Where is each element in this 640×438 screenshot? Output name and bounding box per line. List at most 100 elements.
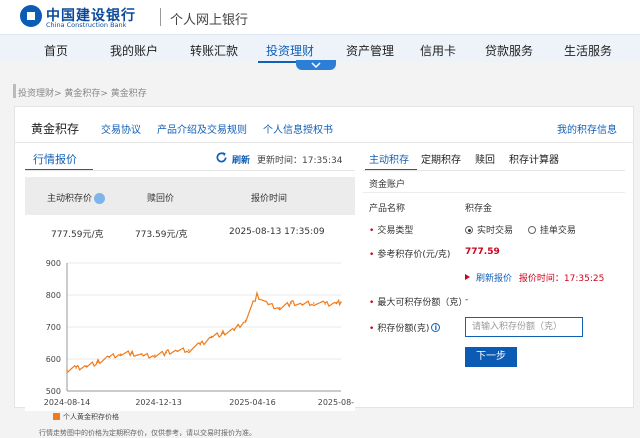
- update-time-label: 更新时间：: [257, 156, 303, 166]
- quote-header-buy-label: 主动积存价: [47, 194, 93, 204]
- main-panel: 黄金积存 交易协议 产品介绍及交易规则 个人信息授权书 我的积存信息 行情报价 …: [14, 106, 634, 437]
- breadcrumb: 投资理财> 黄金积存> 黄金积存: [18, 89, 147, 99]
- data-point: [278, 307, 281, 309]
- data-point: [108, 356, 111, 359]
- product-tabbar: 黄金积存 交易协议 产品介绍及交易规则 个人信息授权书 我的积存信息: [15, 107, 633, 143]
- data-point: [267, 303, 270, 306]
- tab-active-saving[interactable]: 主动积存: [369, 151, 409, 166]
- bank-logo-icon[interactable]: [20, 5, 42, 27]
- breadcrumb-marker: [13, 84, 16, 98]
- quote-buy-price: 777.59元/克: [51, 230, 104, 240]
- top-header: 中国建设银行 China Construction Bank 个人网上银行: [0, 0, 640, 34]
- radio-limit-order-label[interactable]: 挂单交易: [540, 226, 576, 236]
- product-name-label: 产品名称: [369, 204, 406, 214]
- data-point: [119, 353, 122, 355]
- nav-item-loans[interactable]: 贷款服务: [485, 42, 533, 59]
- max-share-label-text: 最大可积存份额（克）: [377, 298, 468, 308]
- data-point: [176, 350, 179, 352]
- data-point: [233, 329, 236, 331]
- triangle-right-icon: [465, 274, 470, 280]
- price-chart-svg: 500 600 700 800 900 2024-08-14 2024-12-13 2025-…: [44, 259, 365, 407]
- data-point: [301, 303, 304, 306]
- ref-price-label: • 参考积存价(元/克): [369, 247, 450, 260]
- quote-time-value: 2025-08-13 17:35:09: [229, 227, 325, 237]
- quote-header-redeem: 赎回价: [147, 194, 175, 204]
- tab-market-quote[interactable]: 行情报价: [33, 151, 77, 167]
- link-privacy-authorization[interactable]: 个人信息授权书: [263, 121, 333, 136]
- bank-name-en: China Construction Bank: [46, 21, 127, 29]
- quote-header-buy: 主动积存价: [47, 191, 106, 204]
- quote-time-value: 17:35:25: [563, 274, 605, 284]
- amount-label-text: 积存份额(克): [377, 324, 430, 334]
- nav-item-credit-card[interactable]: 信用卡: [420, 42, 456, 59]
- header-divider: [160, 8, 161, 26]
- product-title: 黄金积存: [31, 122, 80, 136]
- trade-type-options: 实时交易 挂单交易: [465, 223, 576, 236]
- nav-item-home[interactable]: 首页: [44, 42, 68, 59]
- link-trade-agreement[interactable]: 交易协议: [101, 121, 141, 136]
- quote-header-time: 报价时间: [251, 194, 288, 204]
- update-time-value: 17:35:34: [302, 156, 343, 166]
- link-my-savings-info[interactable]: 我的积存信息: [557, 121, 617, 136]
- quote-table: 主动积存价 赎回价 报价时间 777.59元/克 773.59元/克 2025-…: [25, 177, 355, 247]
- tab-saving-calculator[interactable]: 积存计算器: [509, 151, 559, 166]
- x-tick-label: 2024-12-13: [135, 398, 182, 407]
- y-tick-label: 900: [46, 259, 61, 268]
- nav-item-life-services[interactable]: 生活服务: [564, 42, 612, 59]
- radio-realtime-dot[interactable]: [465, 226, 473, 234]
- radio-realtime-label[interactable]: 实时交易: [477, 226, 513, 236]
- data-point: [75, 367, 77, 369]
- data-point: [340, 301, 342, 303]
- data-point: [312, 302, 315, 304]
- chart-note: 行情走势图中的价格为定期积存价，仅供参考，请以交易时报价为准。: [39, 429, 256, 437]
- data-point: [85, 365, 88, 367]
- tab-redeem[interactable]: 赎回: [475, 151, 495, 166]
- ref-price-value: 777.59: [465, 247, 500, 257]
- radio-realtime[interactable]: 实时交易: [465, 226, 513, 236]
- link-product-rules[interactable]: 产品介绍及交易规则: [157, 121, 247, 136]
- x-tick-label: 2024-08-14: [44, 398, 91, 407]
- info-icon[interactable]: i: [431, 323, 441, 332]
- refresh-icon[interactable]: [215, 151, 228, 164]
- refresh-quote-button[interactable]: 刷新报价: [476, 274, 512, 284]
- max-share-label: • 最大可积存份额（克）: [369, 295, 467, 308]
- data-point: [210, 335, 213, 338]
- quote-tab-divider: [25, 170, 355, 171]
- data-point: [97, 361, 99, 363]
- quote-time-label: 报价时间：: [518, 274, 564, 284]
- chevron-down-icon: [311, 62, 321, 69]
- radio-limit-order[interactable]: 挂单交易: [527, 226, 576, 236]
- nav-expand-button[interactable]: [296, 60, 336, 70]
- x-tick-label: 2025-04-16: [229, 398, 276, 407]
- required-mark: •: [369, 324, 375, 334]
- next-step-button[interactable]: 下一步: [465, 347, 517, 367]
- data-point: [256, 294, 258, 296]
- data-point: [324, 303, 326, 305]
- series-line-gold-price: [66, 290, 342, 374]
- y-tick-label: 800: [46, 291, 61, 300]
- radio-limit-order-dot[interactable]: [527, 226, 536, 234]
- amount-input[interactable]: [465, 317, 583, 337]
- trade-type-label: • 交易类型: [369, 223, 413, 236]
- update-time: 更新时间：17:35:34: [257, 153, 342, 166]
- refresh-quote-row: 刷新报价 报价时间：17:35:25: [465, 271, 604, 284]
- nav-item-assets[interactable]: 资产管理: [346, 42, 394, 59]
- data-point: [188, 349, 190, 351]
- required-mark: •: [369, 298, 375, 308]
- fund-account-title: 资金账户: [369, 180, 406, 190]
- required-mark: •: [369, 226, 375, 236]
- data-point: [66, 369, 68, 371]
- refresh-button[interactable]: 刷新: [232, 153, 250, 166]
- tab-regular-saving[interactable]: 定期积存: [421, 151, 461, 166]
- nav-item-my-account[interactable]: 我的账户: [110, 42, 158, 59]
- y-tick-label: 500: [46, 387, 61, 396]
- legend-swatch: [53, 413, 60, 420]
- data-point: [154, 354, 156, 356]
- y-tick-label: 600: [46, 355, 61, 364]
- nav-item-transfer[interactable]: 转账汇款: [190, 42, 238, 59]
- data-point: [222, 332, 224, 335]
- fund-account-divider: [363, 192, 625, 193]
- nav-item-investment[interactable]: 投资理财: [266, 42, 314, 59]
- data-point: [199, 343, 202, 346]
- price-chart: 500 600 700 800 900 2024-08-14 2024-12-13 2025-…: [25, 251, 365, 411]
